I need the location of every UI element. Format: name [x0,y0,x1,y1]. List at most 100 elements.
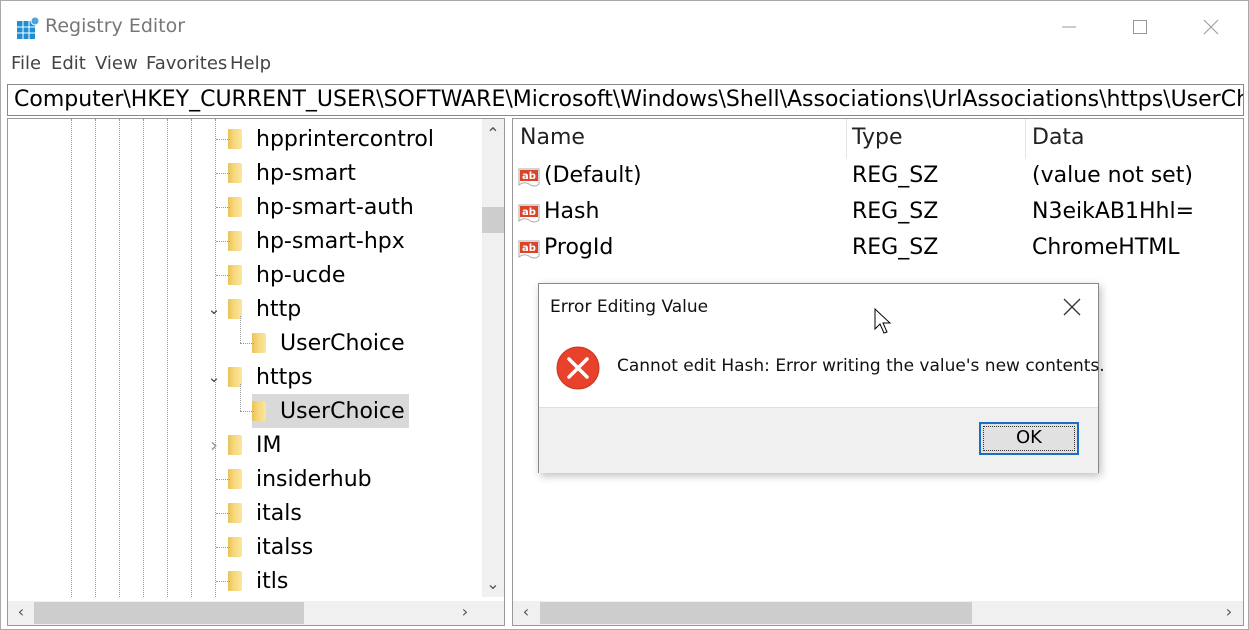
folder-icon [228,435,242,455]
column-divider[interactable] [846,119,847,159]
column-header-type[interactable]: Type [852,125,903,150]
column-header-data[interactable]: Data [1032,125,1085,150]
tree-connector [216,173,230,174]
tree-guide-line [95,119,96,597]
folder-icon [228,469,242,489]
tree-node-label: itals [256,500,302,526]
tree-guide-line [71,119,72,597]
tree-node[interactable]: insiderhub [228,462,376,496]
tree-connector [216,547,230,548]
menu-file[interactable]: File [11,53,41,74]
tree-node-label: italss [256,534,314,560]
value-row[interactable]: ab (Default) REG_SZ (value not set) [513,160,1243,194]
folder-icon [228,571,242,591]
tree-connector [216,241,230,242]
tree-node[interactable]: UserChoice [252,394,409,428]
scroll-right-icon[interactable]: › [1218,601,1240,623]
folder-icon [228,265,242,285]
value-data: ChromeHTML [1032,235,1180,260]
tree-node[interactable]: hpprintercontrol [228,122,438,156]
column-header-name[interactable]: Name [520,125,585,150]
tree-horizontal-scroll-thumb[interactable] [34,602,304,624]
menu-edit[interactable]: Edit [51,53,86,74]
tree-guide-line [215,119,216,597]
tree-node-label: hp-smart [256,160,356,186]
maximize-button[interactable] [1117,9,1163,45]
tree-horizontal-scrollbar[interactable]: ‹ › [8,601,504,625]
tree-node-label: UserChoice [280,398,405,424]
tree-node[interactable]: https [228,360,317,394]
error-icon [556,346,600,390]
value-name: (Default) [544,163,642,188]
tree-guide-line [119,119,120,597]
tree-node-label: hp-smart-auth [256,194,414,220]
value-type: REG_SZ [852,163,939,188]
tree-vertical-scrollbar[interactable]: ⌃ ⌄ [482,119,504,597]
value-type: REG_SZ [852,199,939,224]
close-icon [1203,19,1219,35]
tree-node-label: hp-smart-hpx [256,228,405,254]
address-bar[interactable]: Computer\HKEY_CURRENT_USER\SOFTWARE\Micr… [7,84,1244,116]
tree-node-label: hp-ucde [256,262,346,288]
maximize-icon [1133,20,1147,34]
tree-connector [240,411,254,412]
folder-icon [228,163,242,183]
folder-icon [252,401,266,421]
minimize-button[interactable] [1046,9,1092,45]
chevron-down-icon[interactable]: ⌄ [206,369,222,385]
tree-node[interactable]: italss [228,530,317,564]
tree-guide-line [143,119,144,597]
folder-icon [228,537,242,557]
tree-node[interactable]: hp-smart [228,156,360,190]
dialog-title: Error Editing Value [550,297,709,317]
menu-favorites[interactable]: Favorites [146,53,227,74]
svg-text:ab: ab [522,207,536,218]
tree-node[interactable]: hp-smart-hpx [228,224,409,258]
column-divider[interactable] [1025,119,1026,159]
dialog-close-icon[interactable] [1059,294,1085,320]
folder-icon [228,197,242,217]
scroll-up-icon[interactable]: ⌃ [482,123,504,145]
dialog-message: Cannot edit Hash: Error writing the valu… [617,356,1105,376]
scroll-right-icon[interactable]: › [454,601,476,623]
tree-node-label: UserChoice [280,330,405,356]
value-data: N3eikAB1Hhl= [1032,199,1195,224]
svg-text:ab: ab [522,171,536,182]
scroll-left-icon[interactable]: ‹ [515,601,537,623]
tree-vertical-scroll-thumb[interactable] [482,207,504,233]
tree-node[interactable]: itls [228,564,292,598]
tree-connector [216,581,230,582]
tree-node[interactable]: itals [228,496,306,530]
tree-connector [240,384,241,411]
chevron-down-icon[interactable]: ⌄ [206,301,222,317]
tree-node[interactable]: UserChoice [252,326,409,360]
title-bar: Registry Editor [1,1,1248,47]
folder-icon [228,503,242,523]
tree-node-label: http [256,296,302,322]
value-row[interactable]: ab Hash REG_SZ N3eikAB1Hhl= [513,196,1243,230]
close-button[interactable] [1188,9,1234,45]
value-row[interactable]: ab ProgId REG_SZ ChromeHTML [513,232,1243,266]
tree-node-label: https [256,364,313,390]
tree-node[interactable]: hp-ucde [228,258,349,292]
registry-editor-icon [17,16,40,39]
tree-connector [240,343,254,344]
registry-editor-window: Registry Editor File Edit View Favorites… [0,0,1249,630]
chevron-right-icon[interactable]: › [206,435,222,455]
tree-connector [240,316,241,343]
ok-button[interactable]: OK [979,422,1079,455]
scroll-down-icon[interactable]: ⌄ [482,573,504,595]
tree-node[interactable]: hp-smart-auth [228,190,418,224]
list-horizontal-scrollbar[interactable]: ‹ › [513,601,1243,625]
menu-view[interactable]: View [95,53,138,74]
scroll-left-icon[interactable]: ‹ [10,601,32,623]
menu-help[interactable]: Help [230,53,271,74]
folder-icon [228,231,242,251]
error-dialog: Error Editing Value Cannot edit Hash: Er… [538,283,1105,473]
tree-node-label: itls [256,568,289,594]
tree-node-label: hpprintercontrol [256,126,434,152]
tree-node-label: IM [256,432,282,458]
tree-node[interactable]: IM [228,428,285,462]
string-value-icon: ab [518,168,540,187]
list-horizontal-scroll-thumb[interactable] [540,602,972,624]
